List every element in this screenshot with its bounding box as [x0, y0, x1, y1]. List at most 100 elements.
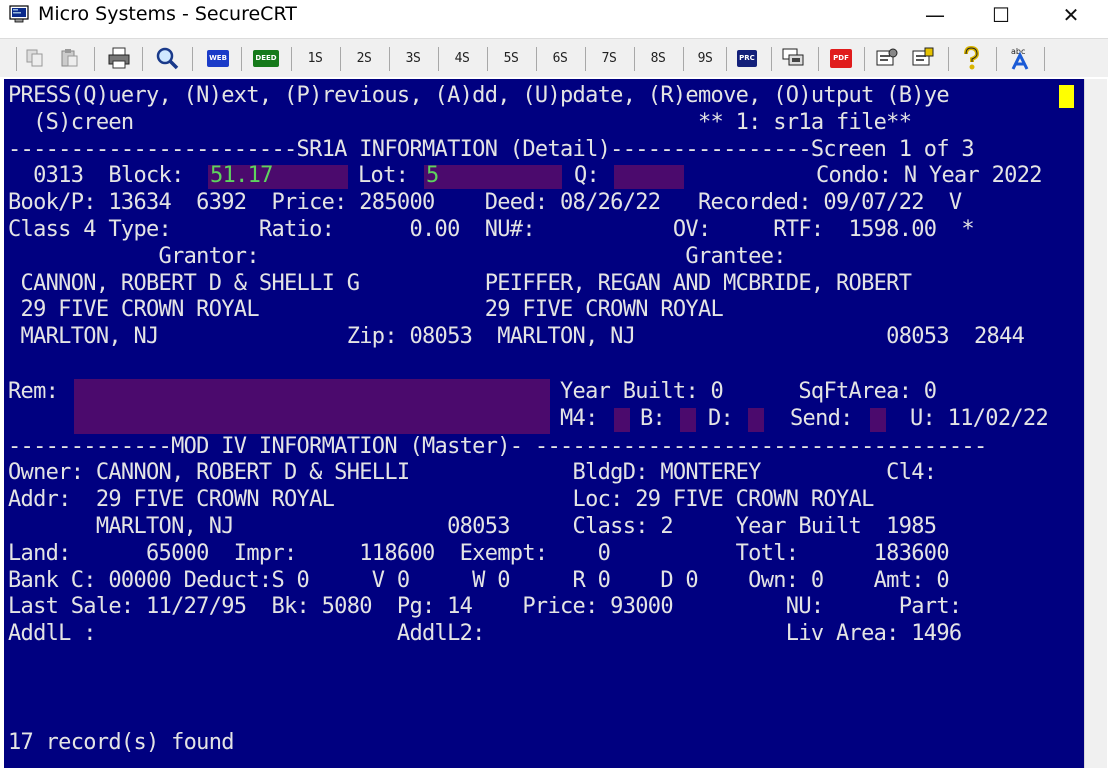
block-label: 0313 Block:	[8, 163, 184, 188]
prc-icon: PRC	[737, 49, 757, 67]
toolbar-grip	[16, 47, 17, 71]
maximize-button[interactable]: ☐	[978, 0, 1024, 30]
d-label: D:	[708, 406, 734, 431]
session-2s-button[interactable]: 2S	[347, 46, 381, 70]
city-class-line: MARLTON, NJ 08053 Class: 2 Year Built 19…	[8, 514, 937, 539]
book-price-deed-line: Book/P: 13634 6392 Price: 285000 Deed: 0…	[8, 190, 962, 215]
toolbar-separator	[487, 47, 488, 71]
b-label: B:	[640, 406, 666, 431]
toolbar-separator	[438, 47, 439, 71]
web-icon: WEB	[207, 49, 229, 67]
toolbar: WEB DEED 1S 2S 3S 4S 5S 6S 7S 8S 9S PRC …	[0, 38, 1108, 77]
m4-label: M4:	[560, 406, 598, 431]
b-field[interactable]	[680, 408, 696, 432]
minimize-icon: —	[925, 3, 945, 27]
properties-button[interactable]	[872, 46, 902, 70]
minimize-button[interactable]: —	[912, 0, 958, 30]
session-3s-button[interactable]: 3S	[396, 46, 430, 70]
copy-button[interactable]	[22, 46, 48, 70]
m4-field[interactable]	[614, 408, 630, 432]
properties-icon	[876, 48, 898, 66]
toolbar-separator	[634, 47, 635, 71]
screen-command: (S)creen	[8, 110, 134, 135]
title-bar: Micro Systems - SecureCRT — ☐ ✕	[0, 0, 1108, 30]
toolbar-separator	[291, 47, 292, 71]
land-improvement-line: Land: 65000 Impr: 118600 Exempt: 0 Totl:…	[8, 541, 950, 566]
global-options-button[interactable]	[908, 46, 938, 70]
toolbar-separator	[996, 47, 997, 71]
prc-button[interactable]: PRC	[732, 46, 762, 70]
session-options-button[interactable]	[778, 46, 808, 70]
pdf-button[interactable]: PDF	[826, 46, 856, 70]
close-icon: ✕	[1062, 3, 1080, 27]
web-button[interactable]: WEB	[203, 46, 233, 70]
global-options-icon	[912, 47, 934, 66]
maximize-icon: ☐	[992, 3, 1010, 27]
session-5s-button[interactable]: 5S	[494, 46, 528, 70]
toolbar-separator	[726, 47, 727, 71]
command-prompt-line: PRESS(Q)uery, (N)ext, (P)revious, (A)dd,…	[8, 83, 950, 108]
toolbar-separator	[94, 47, 95, 71]
paste-icon	[61, 49, 78, 67]
send-field[interactable]	[870, 408, 886, 432]
toolbar-separator	[389, 47, 390, 71]
toolbar-separator	[818, 47, 819, 71]
grantor-grantee-street: 29 FIVE CROWN ROYAL 29 FIVE CROWN ROYAL	[8, 297, 724, 322]
grantor-grantee-names: CANNON, ROBERT D & SHELLI G PEIFFER, REG…	[8, 271, 912, 296]
condo-year: Condo: N Year 2022	[816, 163, 1043, 188]
session-8s-button[interactable]: 8S	[641, 46, 675, 70]
copy-icon	[26, 49, 43, 67]
class-ratio-line: Class 4 Type: Ratio: 0.00 NU#: OV: RTF: …	[8, 217, 975, 242]
terminal-cursor	[1059, 85, 1074, 108]
last-sale-line: Last Sale: 11/27/95 Bk: 5080 Pg: 14 Pric…	[8, 594, 962, 619]
toolbar-separator	[948, 47, 949, 71]
session-7s-button[interactable]: 7S	[592, 46, 626, 70]
magnifier-icon	[156, 47, 179, 70]
window-title: Micro Systems - SecureCRT	[38, 3, 297, 25]
session-9s-button[interactable]: 9S	[688, 46, 722, 70]
spell-check-icon: abc	[1011, 47, 1029, 70]
toolbar-separator	[771, 47, 772, 71]
find-button[interactable]	[152, 46, 182, 70]
toolbar-separator	[241, 47, 242, 71]
session-manager-icon	[782, 48, 804, 66]
block-value: 51.17	[210, 163, 273, 188]
update-date: U: 11/02/22	[910, 406, 1049, 431]
toolbar-separator	[864, 47, 865, 71]
session-4s-button[interactable]: 4S	[445, 46, 479, 70]
toolbar-separator	[683, 47, 684, 71]
vertical-scrollbar[interactable]	[1084, 79, 1107, 768]
session-1s-button[interactable]: 1S	[298, 46, 332, 70]
close-button[interactable]: ✕	[1048, 0, 1094, 30]
toolbar-separator	[142, 47, 143, 71]
help-button[interactable]	[956, 46, 986, 70]
send-label: Send:	[790, 406, 853, 431]
grantor-grantee-city: MARLTON, NJ Zip: 08053 MARLTON, NJ 08053…	[8, 324, 1025, 349]
remarks-field[interactable]	[74, 379, 550, 434]
help-icon	[964, 46, 980, 70]
toolbar-separator	[192, 47, 193, 71]
paste-button[interactable]	[56, 46, 82, 70]
lot-label: Lot:	[358, 163, 409, 188]
deed-button[interactable]: DEED	[249, 46, 283, 70]
grantor-grantee-headers: Grantor: Grantee:	[8, 244, 787, 269]
pdf-icon: PDF	[830, 48, 852, 68]
address-line: Addr: 29 FIVE CROWN ROYAL Loc: 29 FIVE C…	[8, 487, 874, 512]
year-built-sqft: Year Built: 0 SqFtArea: 0	[560, 379, 937, 404]
d-field[interactable]	[748, 408, 764, 432]
session-6s-button[interactable]: 6S	[543, 46, 577, 70]
print-button[interactable]	[104, 46, 134, 70]
svg-text:abc: abc	[1011, 47, 1025, 56]
securecrt-app-icon	[9, 5, 29, 23]
terminal-screen[interactable]: PRESS(Q)uery, (N)ext, (P)revious, (A)dd,…	[4, 79, 1084, 768]
lot-field[interactable]	[424, 165, 562, 189]
status-message: 17 record(s) found	[8, 730, 235, 755]
spell-check-button[interactable]: abc	[1004, 46, 1036, 70]
owner-line: Owner: CANNON, ROBERT D & SHELLI BldgD: …	[8, 460, 937, 485]
q-label: Q:	[574, 163, 600, 188]
q-field[interactable]	[614, 165, 684, 189]
sr1a-section-header: -----------------------SR1A INFORMATION …	[8, 137, 975, 162]
toolbar-separator	[536, 47, 537, 71]
toolbar-separator	[340, 47, 341, 71]
toolbar-separator	[1044, 47, 1045, 71]
